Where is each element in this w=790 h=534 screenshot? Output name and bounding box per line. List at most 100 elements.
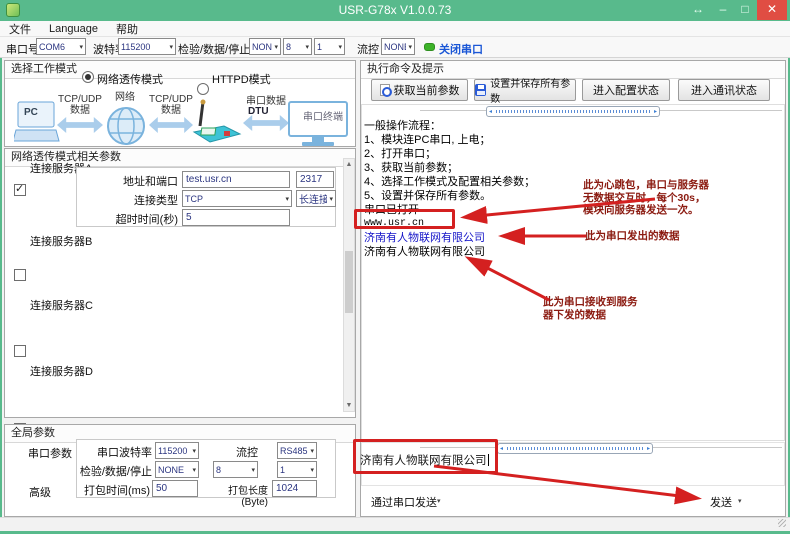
server-c-checkbox[interactable] — [14, 345, 26, 357]
addr-label: 地址和端口 — [80, 173, 178, 189]
keepalive-combo[interactable]: 长连接▾ — [296, 190, 336, 207]
close-icon[interactable]: ✕ — [757, 0, 787, 20]
annotation-sent: 此为串口发出的数据 — [585, 230, 680, 243]
radio-net-mode-label: 网络透传模式 — [97, 71, 163, 87]
window-title: USR-G78x V1.0.0.73 — [0, 3, 790, 17]
maximize-icon[interactable]: □ — [736, 2, 754, 16]
net-params-scrollbar[interactable]: ▲ ▼ — [343, 158, 355, 412]
g-parity-combo[interactable]: NONE▾ — [155, 461, 199, 478]
pack-time-label: 打包时间(ms) — [82, 482, 150, 498]
conn-type-label: 连接类型 — [80, 192, 178, 208]
radio-net-mode[interactable] — [82, 71, 94, 83]
log-line: 1、模块连PC串口, 上电； — [364, 133, 535, 147]
app-window: USR-G78x V1.0.0.73 ↔ – □ ✕ 文件 Language 帮… — [0, 0, 790, 534]
resize-grip[interactable] — [778, 519, 786, 527]
server-c-label: 连接服务器C — [30, 297, 93, 313]
pack-len-input[interactable] — [272, 480, 317, 497]
terminal-label: 串口终端 — [303, 112, 343, 123]
window-border-left — [0, 21, 2, 534]
text-cursor — [488, 454, 489, 466]
log-line: 一般操作流程： — [364, 119, 535, 133]
g-databits-combo[interactable]: 8▾ — [213, 461, 258, 478]
stopbits-combo[interactable]: 1▾ — [314, 38, 345, 55]
title-bar: USR-G78x V1.0.0.73 ↔ – □ ✕ — [0, 0, 790, 21]
link2-label: TCP/UDP 数据 — [147, 94, 195, 116]
send-button[interactable]: 发送 — [710, 494, 732, 510]
send-via-dropdown-icon[interactable]: ▾ — [437, 497, 441, 505]
g-baud-label: 串口波特率 — [84, 444, 152, 460]
pc-label: PC — [24, 107, 38, 118]
pack-len-label: 打包长度(Byte) — [202, 482, 268, 508]
log-line-sent: 济南有人物联网有限公司 — [364, 231, 535, 245]
enter-config-button[interactable]: 进入配置状态 — [582, 79, 670, 101]
dtu-icon — [190, 98, 242, 146]
link3-label: 串口数据 — [246, 96, 286, 107]
server-b-label: 连接服务器B — [30, 233, 92, 249]
status-bar — [0, 517, 790, 531]
terminal-monitor-icon — [288, 101, 350, 147]
log-line: 4、选择工作模式及配置相关参数； — [364, 175, 535, 189]
log-line-received: 济南有人物联网有限公司 — [364, 245, 535, 259]
parity-data-stop-label: 检验/数据/停止 — [178, 41, 250, 57]
serial-params-label: 串口参数 — [28, 445, 72, 461]
menu-help[interactable]: 帮助 — [107, 21, 147, 37]
hscroll-thumb[interactable]: ◂▸ — [486, 106, 660, 117]
work-mode-title: 选择工作模式 — [5, 61, 355, 79]
doc-search-icon — [380, 84, 390, 96]
save-icon — [475, 84, 486, 96]
menu-bar: 文件 Language 帮助 — [0, 21, 790, 37]
dtu-label: DTU — [248, 106, 269, 117]
log-text: 一般操作流程： 1、模块连PC串口, 上电； 2、打开串口； 3、获取当前参数；… — [364, 119, 535, 259]
annotation-box-heartbeat — [354, 209, 455, 229]
port-label: 串口号 — [6, 41, 39, 57]
g-flow-combo[interactable]: RS485▾ — [277, 442, 317, 459]
g-pds-label: 检验/数据/停止 — [70, 463, 152, 479]
send-text[interactable]: 济南有人物联网有限公司 — [360, 452, 489, 468]
server-a-checkbox[interactable] — [14, 184, 26, 196]
annotation-received: 此为串口接收到服务 器下发的数据 — [543, 296, 638, 321]
parity-combo[interactable]: NONE▾ — [249, 38, 281, 55]
link1-label: TCP/UDP 数据 — [56, 94, 104, 116]
advanced-label: 高级 — [29, 484, 51, 500]
port-open-status-icon — [424, 43, 435, 51]
get-params-button[interactable]: 获取当前参数 — [371, 79, 468, 101]
timeout-input[interactable] — [182, 209, 290, 226]
port-input[interactable] — [296, 171, 334, 188]
resize-horizontal-icon[interactable]: ↔ — [689, 2, 707, 16]
hscroll-thumb[interactable]: ◂▸ — [497, 443, 653, 454]
g-flow-label: 流控 — [226, 444, 258, 460]
menu-file[interactable]: 文件 — [0, 21, 40, 37]
log-line: 2、打开串口； — [364, 147, 535, 161]
flow-label: 流控 — [357, 41, 379, 57]
baud-combo[interactable]: 115200▾ — [118, 38, 176, 55]
log-line: 5、设置并保存所有参数。 — [364, 189, 535, 203]
scrollbar-thumb[interactable] — [345, 251, 353, 313]
minimize-icon[interactable]: – — [714, 2, 732, 16]
databits-combo[interactable]: 8▾ — [283, 38, 312, 55]
flow-combo[interactable]: NONE▾ — [381, 38, 415, 55]
network-globe-icon — [104, 102, 148, 146]
conn-type-combo[interactable]: TCP▾ — [182, 190, 292, 207]
log-hscrollbar[interactable]: ◂▸ — [363, 106, 784, 117]
radio-httpd-mode-label: HTTPD模式 — [212, 71, 271, 87]
scroll-down-icon[interactable]: ▼ — [344, 402, 354, 409]
server-b-checkbox[interactable] — [14, 269, 26, 281]
close-port-button[interactable]: 关闭串口 — [439, 41, 483, 57]
pack-time-input[interactable] — [152, 480, 198, 497]
log-line: 3、获取当前参数； — [364, 161, 535, 175]
set-save-params-button[interactable]: 设置并保存所有参数 — [474, 79, 576, 101]
timeout-label: 超时时间(秒) — [80, 211, 178, 227]
port-combo[interactable]: COM6▾ — [36, 38, 86, 55]
annotation-heartbeat: 此为心跳包，串口与服务器 无数据交互时，每个30s， 模块向服务器发送一次。 — [583, 179, 709, 217]
menu-language[interactable]: Language — [40, 23, 107, 35]
radio-httpd-mode[interactable] — [197, 83, 209, 95]
send-via-serial-button[interactable]: 通过串口发送 — [371, 494, 437, 510]
addr-input[interactable] — [182, 171, 290, 188]
send-dropdown-icon[interactable]: ▾ — [738, 497, 742, 505]
enter-comm-button[interactable]: 进入通讯状态 — [678, 79, 770, 101]
g-baud-combo[interactable]: 115200▾ — [155, 442, 199, 459]
g-stopbits-combo[interactable]: 1▾ — [277, 461, 317, 478]
network-label: 网络 — [115, 92, 135, 103]
server-d-label: 连接服务器D — [30, 363, 93, 379]
scroll-up-icon[interactable]: ▲ — [344, 161, 354, 168]
